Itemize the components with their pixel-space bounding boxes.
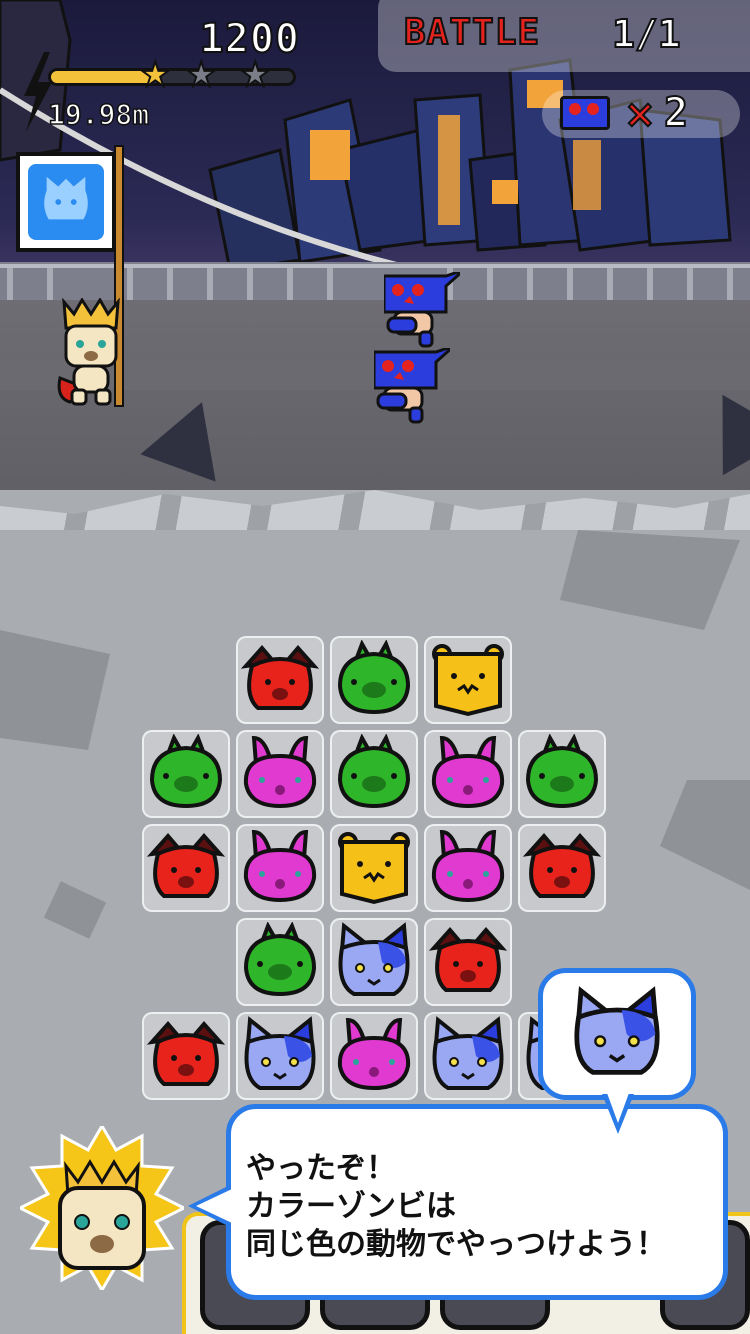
tile-pig-green[interactable] <box>236 918 324 1006</box>
dog-red-icon <box>146 1020 226 1086</box>
blue-zombie <box>384 272 460 348</box>
rabbit-pink-icon <box>431 829 505 903</box>
tile-dog-red[interactable] <box>236 636 324 724</box>
tile-dog-red[interactable] <box>518 824 606 912</box>
pig-green-icon <box>525 734 599 809</box>
tile-rabbit-pink[interactable] <box>424 824 512 912</box>
star-icon-3: ★ <box>239 55 272 95</box>
tile-dog-red[interactable] <box>142 824 230 912</box>
distance-display: 19.98m <box>47 97 150 132</box>
hint-message: やったぞ！ カラーゾンビは 同じ色の動物でやっつけよう！ <box>246 1151 666 1262</box>
battle-count: 1/1 <box>611 11 682 57</box>
tile-rabbit-pink[interactable] <box>236 824 324 912</box>
rubble <box>660 780 750 890</box>
tile-bear-yellow[interactable] <box>330 824 418 912</box>
dog-red-icon <box>428 926 508 992</box>
cat-blue-icon <box>574 986 660 1075</box>
king-character <box>57 298 120 406</box>
progress-bar-fill <box>51 71 153 83</box>
tile-rabbit-pink[interactable] <box>330 1012 418 1100</box>
bear-yellow-icon <box>432 644 504 717</box>
rubble <box>0 630 110 750</box>
tile-cat-blue[interactable] <box>236 1012 324 1100</box>
tile-dog-red[interactable] <box>142 1012 230 1100</box>
dog-red-icon <box>146 832 226 898</box>
rubble <box>43 881 107 939</box>
rabbit-pink-icon <box>337 1017 411 1091</box>
tile-pig-green[interactable] <box>330 730 418 818</box>
rabbit-pink-icon <box>431 735 505 809</box>
rubble <box>560 530 740 630</box>
blue-cat-icon <box>28 164 104 240</box>
cat-blue-icon <box>338 922 410 996</box>
tile-dog-red[interactable] <box>424 918 512 1006</box>
dog-red-icon <box>522 832 602 898</box>
dog-red-icon <box>240 644 320 710</box>
tile-cat-blue[interactable] <box>330 918 418 1006</box>
tile-cat-blue[interactable] <box>424 1012 512 1100</box>
tile-pig-green[interactable] <box>518 730 606 818</box>
hint-target-bubble <box>538 968 696 1100</box>
multiply-sign: × <box>623 91 657 137</box>
team-flag <box>16 152 116 252</box>
battle-label: BATTLE <box>403 11 541 54</box>
zombie-count: 2 <box>663 89 689 137</box>
blue-zombie-icon <box>560 96 610 130</box>
king-portrait-icon <box>20 1126 184 1290</box>
pig-green-icon <box>337 640 411 715</box>
tile-rabbit-pink[interactable] <box>424 730 512 818</box>
tile-bear-yellow[interactable] <box>424 636 512 724</box>
tile-pig-green[interactable] <box>330 636 418 724</box>
pig-green-icon <box>337 734 411 809</box>
battle-scene: 1200 ★ ★ ★ 19.98m BATTLE 1/1 × 2 <box>0 0 750 540</box>
tile-pig-green[interactable] <box>142 730 230 818</box>
pig-green-icon <box>243 922 317 997</box>
cat-blue-icon <box>244 1016 316 1090</box>
tile-rabbit-pink[interactable] <box>236 730 324 818</box>
pig-green-icon <box>149 734 223 809</box>
rabbit-pink-icon <box>243 829 317 903</box>
bear-yellow-icon <box>338 832 410 905</box>
star-icon-2: ★ <box>185 55 218 95</box>
star-icon-1: ★ <box>139 55 172 95</box>
blue-zombie <box>374 348 450 424</box>
hint-target-tail-inner <box>607 1093 629 1123</box>
rabbit-pink-icon <box>243 735 317 809</box>
hint-bubble-tail-inner <box>196 1189 232 1223</box>
cat-blue-icon <box>432 1016 504 1090</box>
